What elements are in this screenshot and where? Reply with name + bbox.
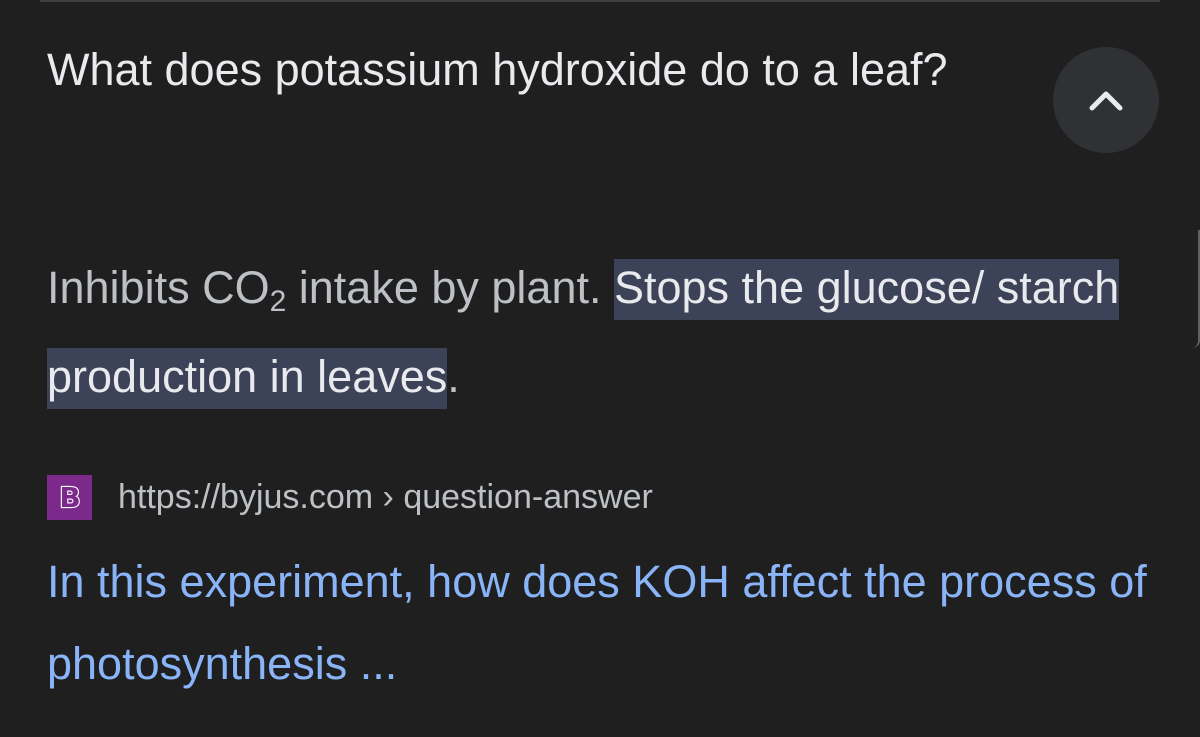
answer-trailing: .	[447, 351, 460, 402]
result-title-link[interactable]: In this experiment, how does KOH affect …	[47, 541, 1157, 705]
source-url[interactable]: https://byjus.com › question-answer	[118, 478, 653, 517]
answer-text: Inhibits CO	[47, 262, 270, 313]
question-heading[interactable]: What does potassium hydroxide do to a le…	[47, 40, 1027, 99]
collapse-button[interactable]	[1053, 47, 1159, 153]
breadcrumb-separator: ›	[373, 477, 404, 516]
chevron-up-icon	[1089, 91, 1123, 111]
top-divider	[40, 0, 1160, 2]
byjus-favicon-icon: B	[47, 474, 92, 520]
source-path: question-answer	[403, 477, 653, 516]
favicon-letter: B	[59, 481, 80, 514]
card-edge	[1192, 230, 1200, 348]
source-domain: https://byjus.com	[118, 477, 374, 516]
source-row[interactable]: B https://byjus.com › question-answer	[47, 474, 653, 520]
answer-text-continued: intake by plant.	[286, 262, 614, 313]
answer-subscript: 2	[269, 285, 287, 318]
answer-snippet: Inhibits CO2 intake by plant. Stops the …	[47, 243, 1157, 421]
